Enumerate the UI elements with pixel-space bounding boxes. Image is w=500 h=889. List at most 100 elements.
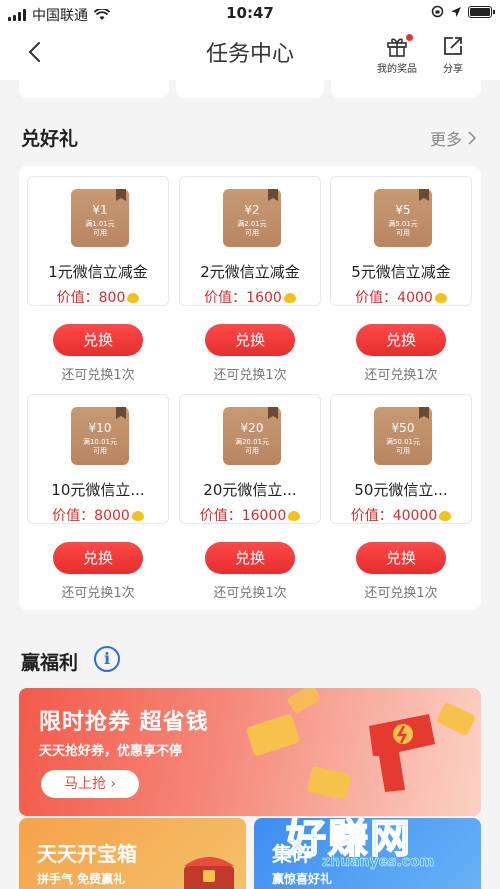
benefits-section-title: 赢福利	[21, 652, 79, 674]
coupon-condition: 满1.01元	[85, 220, 115, 228]
coin-icon	[439, 511, 452, 521]
location-icon	[451, 6, 461, 17]
gift-value-text: 价值：16000	[199, 508, 287, 524]
coupon-icon: ¥5 满5.01元 可用	[374, 189, 432, 247]
redeem-button[interactable]: 兑换	[53, 324, 143, 356]
coin-icon	[434, 293, 447, 303]
gift-value-text: 价值：4000	[355, 290, 433, 306]
more-link[interactable]: 更多	[430, 126, 476, 150]
treasure-box-subtitle: 拼手气 免费赢礼	[37, 872, 126, 886]
coupon-usable: 可用	[245, 229, 259, 237]
coupon-usable: 可用	[245, 447, 259, 455]
coupon-grab-banner[interactable]: 限时抢券 超省钱 天天抢好券，优惠享不停 马上抢 ›	[19, 688, 481, 816]
treasure-box-title: 天天开宝箱	[37, 842, 137, 866]
banner-subtitle: 天天抢好券，优惠享不停	[39, 744, 183, 759]
treasure-chest-icon	[184, 857, 234, 889]
more-label: 更多	[429, 130, 462, 149]
gift-name: 1元微信立减金	[48, 263, 148, 281]
redeem-button[interactable]: 兑换	[356, 324, 446, 356]
coupon-amount: ¥50	[391, 421, 415, 435]
coin-icon	[288, 511, 301, 521]
redeem-button[interactable]: 兑换	[205, 542, 295, 574]
coin-icon	[127, 293, 140, 303]
gift-value-text: 价值：800	[56, 290, 126, 306]
redeem-button[interactable]: 兑换	[205, 324, 295, 356]
gift-name: 10元微信立...	[51, 481, 145, 499]
remaining-count: 还可兑换1次	[364, 368, 438, 383]
coupon-usable: 可用	[396, 229, 410, 237]
coupon-decoration	[306, 766, 352, 800]
page-title: 任务中心	[205, 42, 294, 67]
scrolled-card	[19, 80, 169, 98]
share-icon	[444, 37, 462, 55]
gift-card[interactable]: ¥5 满5.01元 可用 5元微信立减金 价值：4000	[330, 176, 472, 306]
coupon-condition: 满20.01元	[234, 438, 270, 446]
remaining-count: 还可兑换1次	[364, 586, 438, 601]
treasure-box-card[interactable]: 天天开宝箱 拼手气 免费赢礼	[19, 818, 246, 889]
coupon-icon: ¥10 满10.01元 可用	[71, 407, 129, 465]
coupon-gun-icon	[369, 714, 435, 792]
gift-name: 50元微信立...	[354, 481, 448, 499]
coupon-icon: ¥50 满50.01元 可用	[374, 407, 432, 465]
coupon-amount: ¥20	[240, 421, 264, 435]
coupon-decoration	[286, 688, 322, 715]
gift-value-text: 价值：1600	[204, 290, 282, 306]
gifts-panel: ¥1 满1.01元 可用 1元微信立减金 价值：800 ¥2 满2.01元 可用…	[19, 166, 481, 610]
bookmark-icon	[268, 189, 278, 201]
my-prizes-label: 我的奖品	[377, 64, 417, 75]
share-label: 分享	[443, 64, 463, 75]
gift-card[interactable]: ¥2 满2.01元 可用 2元微信立减金 价值：1600	[179, 176, 321, 306]
coupon-condition: 满5.01元	[388, 220, 418, 228]
coupon-icon: ¥20 满20.01元 可用	[223, 407, 281, 465]
coupon-amount: ¥2	[244, 203, 260, 217]
orientation-lock-icon	[431, 5, 444, 18]
remaining-count: 还可兑换1次	[213, 586, 287, 601]
clock: 10:47	[226, 4, 274, 22]
bookmark-icon	[116, 189, 126, 201]
gift-card[interactable]: ¥50 满50.01元 可用 50元微信立... 价值：40000	[330, 394, 472, 524]
site-watermark: 好赚网 zhuanyes.com	[282, 806, 492, 878]
coupon-amount: ¥5	[395, 203, 411, 217]
battery-icon	[468, 5, 495, 18]
notification-dot	[406, 34, 413, 41]
grab-now-label: 马上抢	[63, 776, 106, 792]
banner-title: 限时抢券 超省钱	[39, 710, 209, 735]
gifts-section-title: 兑好礼	[21, 128, 79, 150]
gift-card[interactable]: ¥1 满1.01元 可用 1元微信立减金 价值：800	[27, 176, 169, 306]
bookmark-icon	[116, 407, 126, 419]
scrolled-card	[176, 80, 324, 98]
gift-value: 价值：4000	[331, 287, 471, 307]
grab-now-button[interactable]: 马上抢 ›	[41, 770, 139, 798]
chevron-right-icon	[468, 131, 476, 145]
remaining-count: 还可兑换1次	[61, 368, 135, 383]
gift-name: 5元微信立减金	[351, 263, 451, 281]
coupon-condition: 满2.01元	[237, 220, 267, 228]
coupon-amount: ¥10	[88, 421, 112, 435]
scrolled-cards	[0, 80, 500, 106]
my-prizes-button[interactable]: 我的奖品	[370, 34, 424, 75]
coupon-icon: ¥1 满1.01元 可用	[71, 189, 129, 247]
coupon-amount: ¥1	[92, 203, 108, 217]
bookmark-icon	[268, 407, 278, 419]
coupon-usable: 可用	[396, 447, 410, 455]
gift-name: 20元微信立...	[203, 481, 297, 499]
status-bar: 中国联通 10:47	[0, 0, 500, 28]
gift-value-text: 价值：40000	[350, 508, 438, 524]
info-icon[interactable]: i	[94, 646, 120, 672]
gift-card[interactable]: ¥20 满20.01元 可用 20元微信立... 价值：16000	[179, 394, 321, 524]
bookmark-icon	[419, 407, 429, 419]
bookmark-icon	[419, 189, 429, 201]
coin-icon	[283, 293, 296, 303]
redeem-button[interactable]: 兑换	[53, 542, 143, 574]
gift-value: 价值：8000	[28, 505, 168, 525]
gift-value: 价值：1600	[180, 287, 320, 307]
gift-value-text: 价值：8000	[52, 508, 130, 524]
share-button[interactable]: 分享	[426, 34, 480, 75]
coupon-condition: 满50.01元	[385, 438, 421, 446]
coin-icon	[131, 511, 144, 521]
gift-card[interactable]: ¥10 满10.01元 可用 10元微信立... 价值：8000	[27, 394, 169, 524]
redeem-button[interactable]: 兑换	[356, 542, 446, 574]
watermark-url: zhuanyes.com	[322, 854, 435, 871]
chevron-right-icon: ›	[110, 776, 117, 792]
coupon-decoration	[435, 701, 477, 737]
